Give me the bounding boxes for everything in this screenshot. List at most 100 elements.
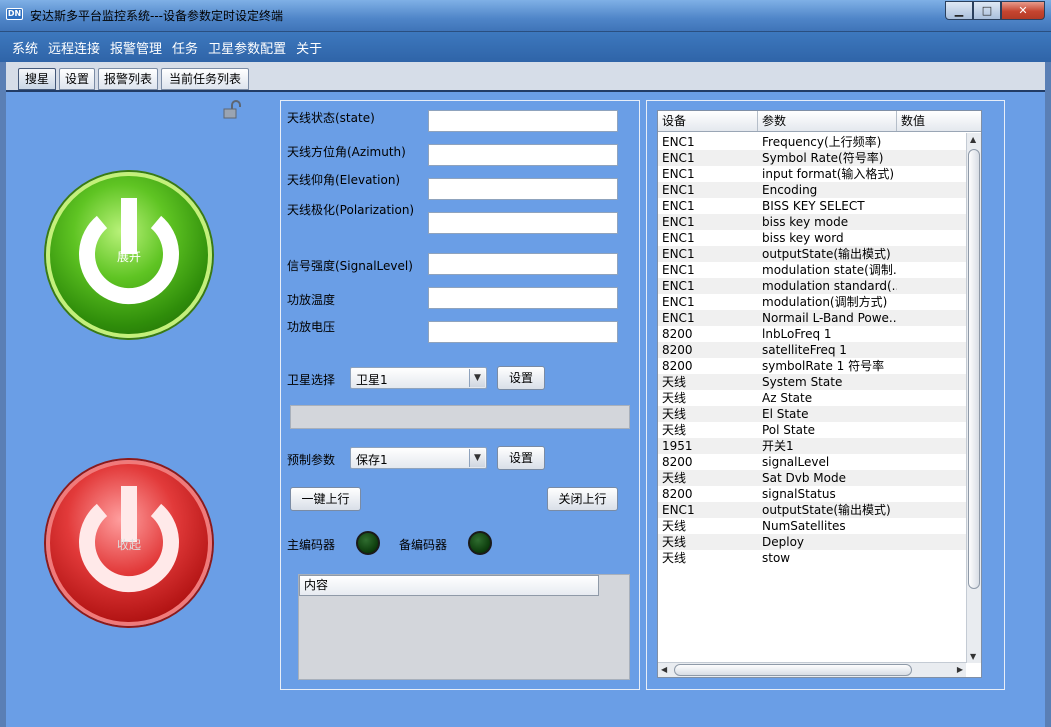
device-cell: ENC1	[662, 263, 695, 277]
device-cell: 天线	[662, 423, 687, 437]
antenna-state-field[interactable]	[428, 110, 618, 132]
parameter-cell: input format(输入格式)	[762, 167, 895, 181]
parameter-cell: biss key word	[762, 231, 844, 245]
vertical-scroll-thumb[interactable]	[968, 149, 980, 589]
table-row[interactable]: 天线 System State	[658, 374, 966, 390]
satellite-select[interactable]: 卫星1 ▼	[350, 367, 487, 389]
table-row[interactable]: 8200 satelliteFreq 1	[658, 342, 966, 358]
antenna-elevation-field[interactable]	[428, 178, 618, 200]
content-column-header[interactable]: 内容	[299, 575, 599, 596]
parameter-cell: Sat Dvb Mode	[762, 471, 846, 485]
title-bar: DN 安达斯多平台监控系统---设备参数定时设定终端 ▁ □ ✕	[0, 0, 1051, 32]
uplink-off-button[interactable]: 关闭上行	[547, 487, 618, 511]
close-button[interactable]: ✕	[1001, 1, 1045, 20]
column-header-value[interactable]: 数值	[897, 111, 981, 131]
satellite-set-button[interactable]: 设置	[497, 366, 545, 390]
uplink-on-button[interactable]: 一键上行	[290, 487, 361, 511]
device-cell: ENC1	[662, 295, 695, 309]
device-cell: 1951	[662, 439, 693, 453]
tab-search-satellite[interactable]: 搜星	[18, 68, 56, 90]
tab-settings[interactable]: 设置	[59, 68, 95, 90]
parameter-cell: outputState(输出模式)	[762, 503, 891, 517]
table-row[interactable]: 天线 Deploy	[658, 534, 966, 550]
dropdown-arrow-icon[interactable]: ▼	[469, 449, 485, 467]
collapse-power-button[interactable]: 收起	[46, 460, 212, 626]
main-encoder-indicator	[356, 531, 380, 555]
tab-alarm-list[interactable]: 报警列表	[98, 68, 158, 90]
parameter-cell: modulation state(调制...	[762, 263, 897, 277]
window-title: 安达斯多平台监控系统---设备参数定时设定终端	[30, 9, 283, 23]
column-header-parameter[interactable]: 参数	[758, 111, 897, 131]
menu-satellite-config[interactable]: 卫星参数配置	[208, 38, 286, 57]
maximize-button[interactable]: □	[973, 1, 1001, 20]
device-cell: 天线	[662, 535, 687, 549]
table-row[interactable]: ENC1 biss key mode	[658, 214, 966, 230]
content-list[interactable]: 内容	[298, 574, 630, 680]
dropdown-arrow-icon[interactable]: ▼	[469, 369, 485, 387]
tab-current-task-list[interactable]: 当前任务列表	[161, 68, 249, 90]
table-row[interactable]: 8200 signalStatus	[658, 486, 966, 502]
table-row[interactable]: 天线 Sat Dvb Mode	[658, 470, 966, 486]
table-row[interactable]: 天线 Pol State	[658, 422, 966, 438]
table-row[interactable]: 8200 symbolRate 1 符号率	[658, 358, 966, 374]
table-row[interactable]: ENC1 outputState(输出模式)	[658, 246, 966, 262]
table-row[interactable]: 天线 stow	[658, 550, 966, 566]
antenna-polarization-field[interactable]	[428, 212, 618, 234]
table-row[interactable]: ENC1 Symbol Rate(符号率)	[658, 150, 966, 166]
parameter-cell: Pol State	[762, 423, 816, 437]
signal-level-label: 信号强度(SignalLevel)	[287, 259, 413, 273]
amp-voltage-label: 功放电压	[287, 320, 336, 334]
table-row[interactable]: ENC1 Encoding	[658, 182, 966, 198]
table-row[interactable]: 1951 开关1	[658, 438, 966, 454]
table-row[interactable]: ENC1 biss key word	[658, 230, 966, 246]
vertical-scrollbar[interactable]: ▲ ▼	[966, 133, 981, 663]
preset-params-select[interactable]: 保存1 ▼	[350, 447, 487, 469]
table-row[interactable]: ENC1 modulation state(调制...	[658, 262, 966, 278]
menu-remote-connect[interactable]: 远程连接	[48, 38, 100, 57]
menu-about[interactable]: 关于	[296, 38, 322, 57]
parameter-cell: Frequency(上行频率)	[762, 135, 882, 149]
menu-system[interactable]: 系统	[12, 38, 38, 57]
antenna-azimuth-field[interactable]	[428, 144, 618, 166]
table-row[interactable]: 天线 NumSatellites	[658, 518, 966, 534]
amp-voltage-field[interactable]	[428, 321, 618, 343]
horizontal-scroll-thumb[interactable]	[674, 664, 912, 676]
table-row[interactable]: 天线 El State	[658, 406, 966, 422]
table-row[interactable]: ENC1 BISS KEY SELECT	[658, 198, 966, 214]
table-row[interactable]: ENC1 input format(输入格式)	[658, 166, 966, 182]
parameter-cell: modulation(调制方式)	[762, 295, 888, 309]
parameter-cell: Deploy	[762, 535, 805, 549]
table-row[interactable]: 8200 signalLevel	[658, 454, 966, 470]
table-row[interactable]: ENC1 modulation(调制方式)	[658, 294, 966, 310]
antenna-status-panel: 天线状态(state) 天线方位角(Azimuth) 天线仰角(Elevatio…	[280, 100, 640, 690]
device-cell: 天线	[662, 391, 687, 405]
antenna-state-label: 天线状态(state)	[287, 111, 375, 125]
device-cell: 天线	[662, 471, 687, 485]
table-row[interactable]: ENC1 Normail L-Band Powe...	[658, 310, 966, 326]
device-cell: ENC1	[662, 167, 695, 181]
table-row[interactable]: 天线 Az State	[658, 390, 966, 406]
minimize-button[interactable]: ▁	[945, 1, 973, 20]
signal-level-field[interactable]	[428, 253, 618, 275]
scroll-down-icon[interactable]: ▼	[970, 652, 976, 661]
horizontal-scrollbar[interactable]: ◀ ▶	[658, 662, 966, 677]
amp-temperature-field[interactable]	[428, 287, 618, 309]
scroll-right-icon[interactable]: ▶	[957, 665, 963, 674]
unlock-icon[interactable]	[222, 100, 242, 120]
table-row[interactable]: 8200 lnbLoFreq 1	[658, 326, 966, 342]
device-cell: ENC1	[662, 247, 695, 261]
table-row[interactable]: ENC1 Frequency(上行频率)	[658, 134, 966, 150]
column-header-device[interactable]: 设备	[658, 111, 758, 131]
parameter-table[interactable]: 设备 参数 数值 ENC1 Frequency(上行频率) ENC1 Symbol R…	[657, 110, 982, 678]
menu-alarm-management[interactable]: 报警管理	[110, 38, 162, 57]
preset-set-button[interactable]: 设置	[497, 446, 545, 470]
table-row[interactable]: ENC1 outputState(输出模式)	[658, 502, 966, 518]
menu-tasks[interactable]: 任务	[172, 38, 198, 57]
expand-power-button[interactable]: 展开	[46, 172, 212, 338]
parameter-cell: BISS KEY SELECT	[762, 199, 865, 213]
table-row[interactable]: ENC1 modulation standard(...	[658, 278, 966, 294]
scroll-up-icon[interactable]: ▲	[970, 135, 976, 144]
device-cell: ENC1	[662, 311, 695, 325]
scroll-left-icon[interactable]: ◀	[661, 665, 667, 674]
parameter-panel: 设备 参数 数值 ENC1 Frequency(上行频率) ENC1 Symbol R…	[646, 100, 1005, 690]
